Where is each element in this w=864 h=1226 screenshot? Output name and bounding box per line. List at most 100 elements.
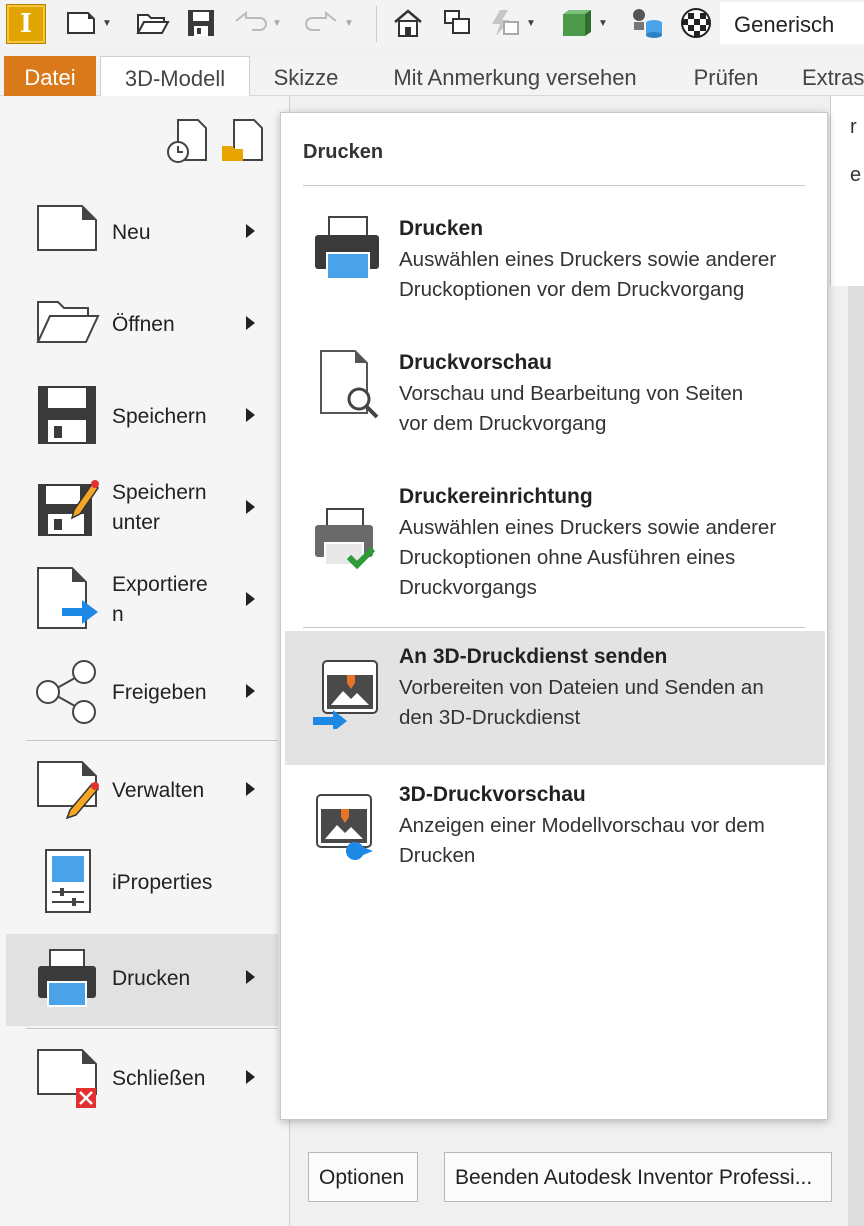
- tab-extras[interactable]: Extras: [790, 56, 864, 96]
- workspace-selector[interactable]: Generisch: [720, 2, 864, 44]
- home-button[interactable]: [392, 8, 424, 38]
- user-database-icon: [633, 9, 662, 38]
- chevron-down-icon: ▼: [344, 17, 354, 29]
- edge-text: e: [850, 164, 862, 186]
- undo-icon: [235, 11, 267, 31]
- select-cube-icon: [563, 10, 591, 36]
- manage-icon: [37, 761, 100, 820]
- parameters-button[interactable]: [630, 8, 664, 38]
- appearance-button[interactable]: [680, 8, 712, 38]
- menu-label: iProperties: [112, 871, 213, 894]
- save-button[interactable]: [186, 8, 216, 38]
- open-folder-icon: [36, 301, 100, 343]
- menu-label: Schließen: [112, 1067, 206, 1090]
- redo-icon: [305, 11, 337, 31]
- inventor-logo-button[interactable]: I: [6, 4, 46, 44]
- share-icon: [36, 660, 96, 724]
- flyout-divider: [303, 627, 805, 628]
- flyout-item-desc: Auswählen eines Druckers sowie anderer: [399, 248, 777, 271]
- 3d-print-preview-icon: [316, 794, 373, 860]
- menu-label: Exportiere: [112, 573, 208, 596]
- flyout-item-desc: vor dem Druckvorgang: [399, 412, 607, 435]
- flyout-item-desc: Anzeigen einer Modellvorschau vor dem: [399, 814, 765, 837]
- menu-item-schliessen[interactable]: Schließen: [6, 1032, 278, 1124]
- flyout-item-title: Druckereinrichtung: [399, 485, 593, 508]
- flyout-item-desc: Druckoptionen vor dem Druckvorgang: [399, 278, 745, 301]
- menu-label: Freigeben: [112, 681, 207, 704]
- menu-item-verwalten[interactable]: Verwalten: [6, 744, 278, 836]
- menu-item-freigeben[interactable]: Freigeben: [6, 646, 278, 738]
- menu-item-speichern-unter[interactable]: Speichern unter: [6, 462, 278, 554]
- flyout-item-desc: Auswählen eines Druckers sowie anderer: [399, 516, 777, 539]
- application-menu: Neu Öffnen Speichern Speichern unter Exp…: [0, 96, 290, 1226]
- chevron-down-icon: ▼: [526, 17, 536, 29]
- chevron-down-icon: ▼: [102, 17, 112, 29]
- open-folder-icon: [136, 14, 170, 34]
- chevron-right-icon: [246, 500, 255, 514]
- new-file-icon: [37, 205, 97, 251]
- menu-item-oeffnen[interactable]: Öffnen: [6, 278, 278, 370]
- menu-label: Speichern: [112, 405, 207, 428]
- menu-label: Drucken: [112, 967, 191, 990]
- chevron-right-icon: [246, 224, 255, 238]
- menu-item-speichern[interactable]: Speichern: [6, 370, 278, 462]
- flyout-item-druckereinrichtung[interactable]: Druckereinrichtung Auswählen eines Druck…: [285, 471, 825, 621]
- print-flyout-panel: Drucken Drucken Auswählen eines Druckers…: [280, 112, 828, 1120]
- select-button[interactable]: ▼: [560, 8, 608, 38]
- tab-pruefen[interactable]: Prüfen: [680, 56, 772, 96]
- flyout-item-title: Druckvorschau: [399, 351, 552, 374]
- menu-item-drucken[interactable]: Drucken: [6, 934, 278, 1026]
- tab-3d-modell[interactable]: 3D-Modell: [100, 56, 250, 96]
- tab-skizze[interactable]: Skizze: [260, 56, 352, 96]
- recent-documents-icon[interactable]: [167, 119, 207, 163]
- flyout-item-drucken[interactable]: Drucken Auswählen eines Druckers sowie a…: [285, 203, 825, 333]
- flyout-divider: [303, 185, 805, 186]
- open-button[interactable]: [136, 8, 170, 38]
- tab-mit-anmerkung-versehen[interactable]: Mit Anmerkung versehen: [370, 56, 660, 96]
- save-icon: [188, 10, 214, 36]
- edge-text: r: [850, 116, 857, 138]
- home-icon: [394, 9, 422, 37]
- menu-item-iproperties[interactable]: iProperties: [6, 836, 278, 928]
- redo-button[interactable]: ▼: [304, 8, 354, 38]
- menu-divider: [26, 1028, 278, 1029]
- options-button[interactable]: Optionen: [308, 1152, 418, 1202]
- flyout-item-3d-druckvorschau[interactable]: 3D-Druckvorschau Anzeigen einer Modellvo…: [285, 769, 825, 899]
- flyout-item-desc: Druckoptionen ohne Ausführen eines: [399, 546, 736, 569]
- tab-datei[interactable]: Datei: [4, 56, 96, 96]
- printer-setup-icon: [315, 508, 376, 570]
- new-button[interactable]: ▼: [66, 8, 112, 38]
- quick-access-toolbar: I ▼ ▼ ▼ ▼ ▼ Generisch: [0, 0, 864, 48]
- flyout-item-desc: Drucken: [399, 844, 476, 867]
- update-button[interactable]: ▼: [488, 8, 536, 38]
- menu-divider: [26, 740, 278, 741]
- send-3d-print-icon: [313, 660, 378, 729]
- undo-button[interactable]: ▼: [232, 8, 282, 38]
- lightning-icon: [492, 10, 519, 36]
- iproperties-icon: [45, 849, 91, 913]
- menu-label: Speichern: [112, 481, 207, 504]
- save-icon: [38, 386, 96, 444]
- printer-icon: [38, 949, 96, 1007]
- flyout-item-title: Drucken: [399, 217, 484, 240]
- menu-label: Öffnen: [112, 313, 175, 336]
- printer-icon: [315, 216, 379, 280]
- menu-label: n: [112, 603, 124, 626]
- open-documents-icon[interactable]: [222, 119, 263, 161]
- menu-item-neu[interactable]: Neu: [6, 186, 278, 278]
- flyout-item-druckvorschau[interactable]: Druckvorschau Vorschau und Bearbeitung v…: [285, 337, 825, 467]
- flyout-item-desc: Vorbereiten von Dateien und Senden an: [399, 676, 764, 699]
- save-as-icon: [38, 480, 100, 536]
- flyout-item-title: 3D-Druckvorschau: [399, 783, 586, 806]
- chevron-right-icon: [246, 970, 255, 984]
- chevron-right-icon: [246, 592, 255, 606]
- chevron-right-icon: [246, 316, 255, 330]
- checker-sphere-icon: [681, 8, 711, 38]
- menu-item-exportieren[interactable]: Exportiere n: [6, 554, 278, 646]
- toolbar-separator: [376, 6, 377, 42]
- flyout-item-3d-druckdienst-senden[interactable]: An 3D-Druckdienst senden Vorbereiten von…: [285, 631, 825, 765]
- chevron-down-icon: ▼: [272, 17, 282, 29]
- exit-inventor-button[interactable]: Beenden Autodesk Inventor Professi...: [444, 1152, 832, 1202]
- window-button[interactable]: [442, 8, 472, 38]
- new-file-icon: [67, 12, 95, 34]
